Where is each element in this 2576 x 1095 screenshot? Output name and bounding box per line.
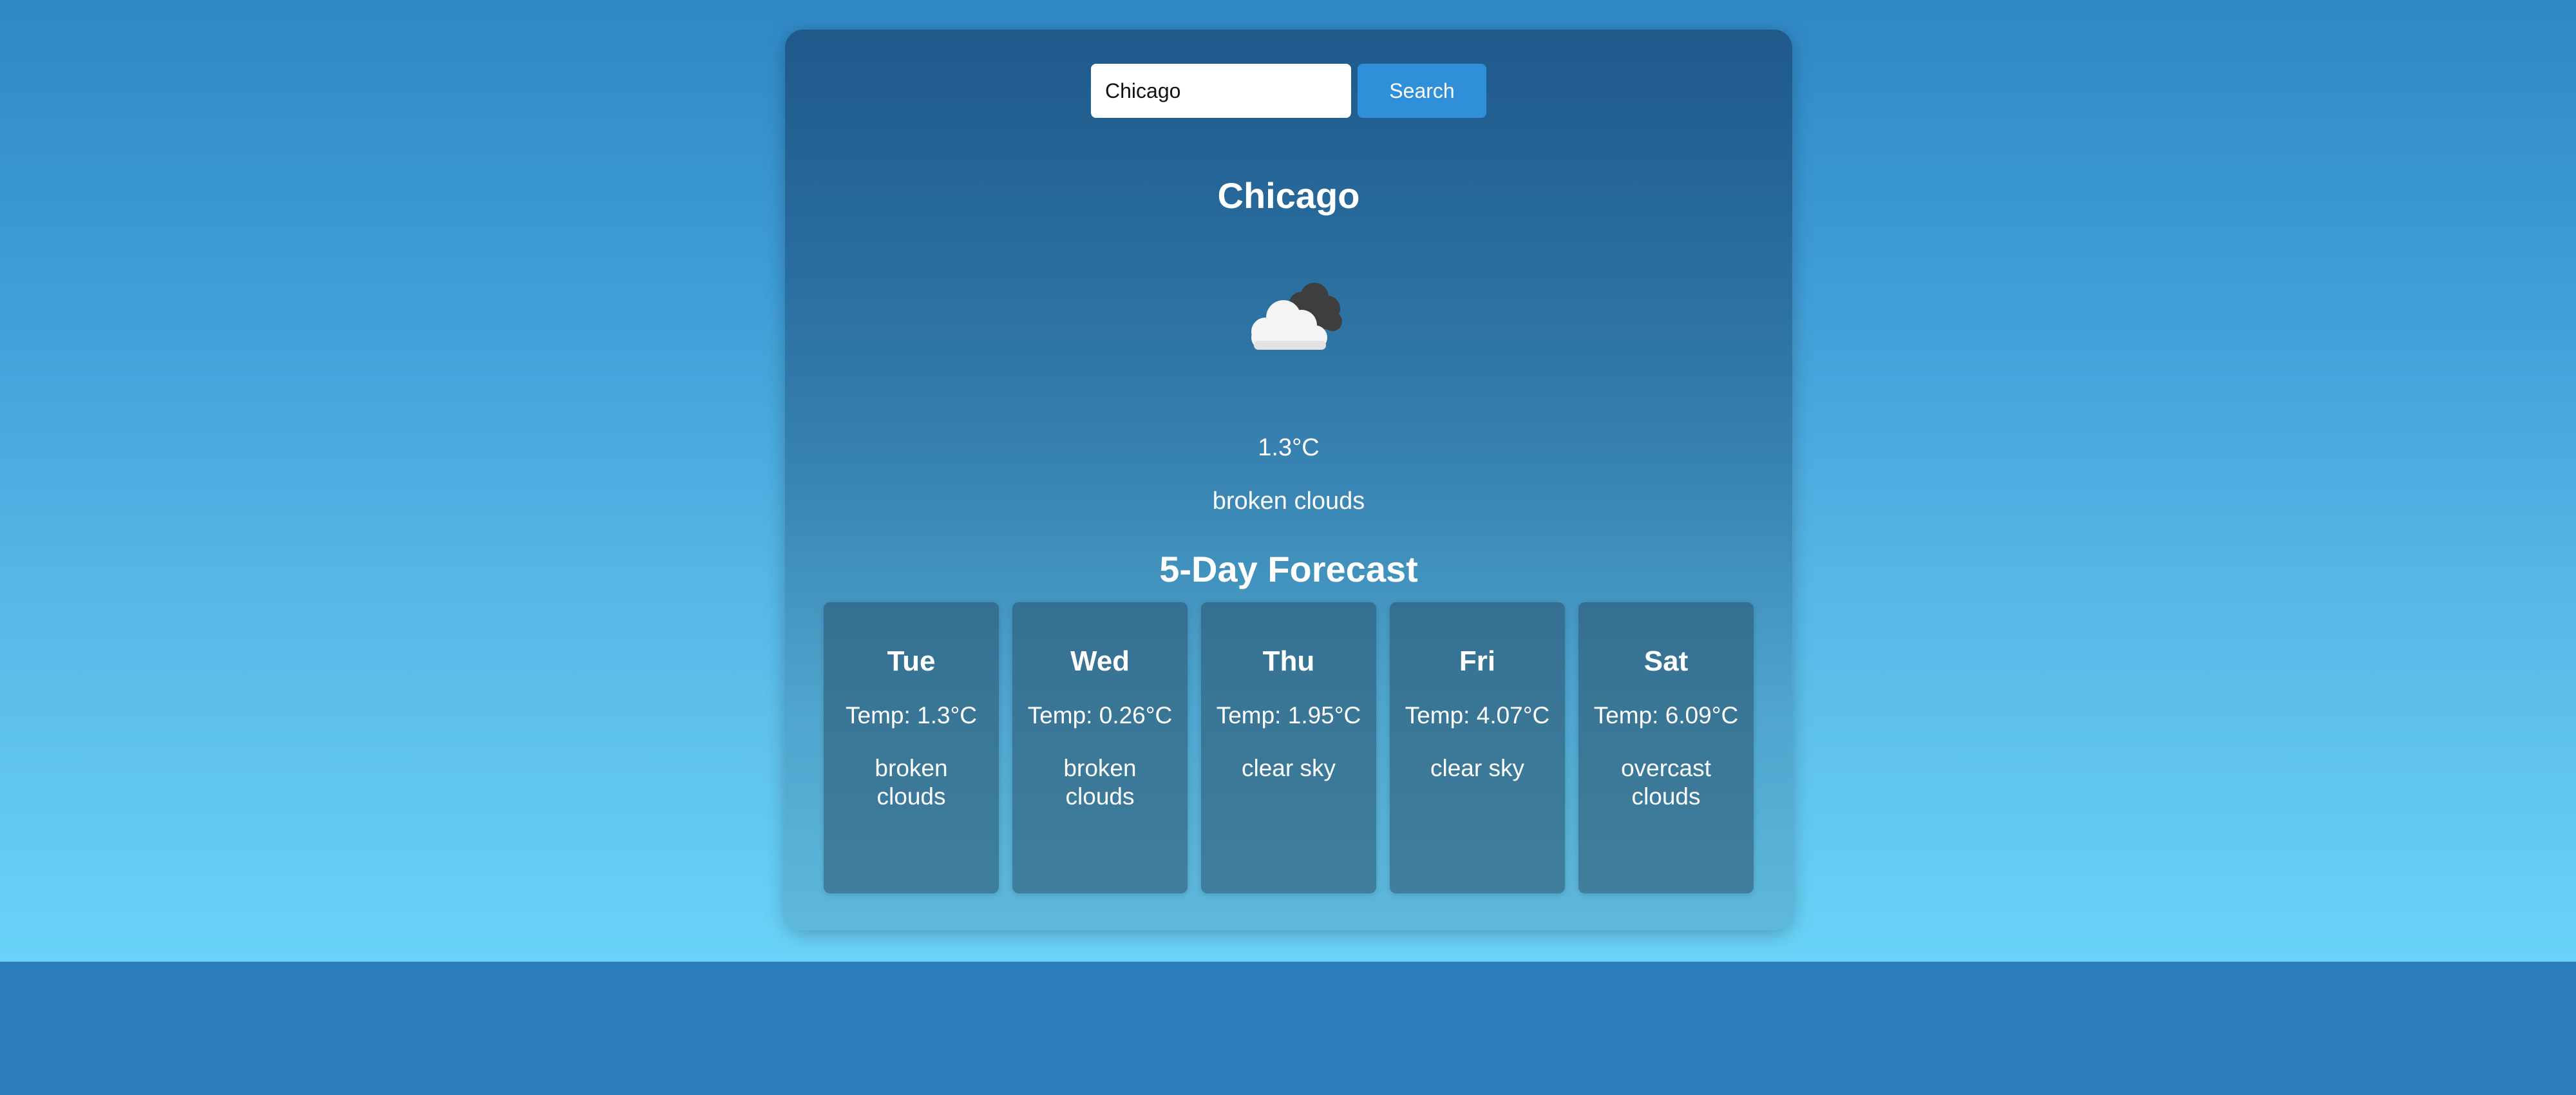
broken-clouds-icon (1229, 258, 1352, 381)
forecast-list: Tue Temp: 1.3°C broken clouds Wed Temp: … (824, 602, 1754, 893)
search-button[interactable]: Search (1358, 64, 1486, 118)
forecast-temp: Temp: 1.3°C (846, 702, 977, 729)
forecast-card-wed: Wed Temp: 0.26°C broken clouds (1012, 602, 1188, 893)
forecast-temp: Temp: 4.07°C (1405, 702, 1550, 729)
forecast-card-sat: Sat Temp: 6.09°C overcast clouds (1578, 602, 1754, 893)
city-name: Chicago (1217, 175, 1360, 216)
forecast-description: broken clouds (1063, 755, 1137, 810)
current-description: broken clouds (1212, 488, 1365, 515)
forecast-temp: Temp: 1.95°C (1216, 702, 1361, 729)
search-bar: Search (785, 64, 1792, 118)
forecast-day: Thu (1262, 645, 1315, 677)
current-temperature: 1.3°C (1258, 434, 1320, 461)
forecast-card-thu: Thu Temp: 1.95°C clear sky (1201, 602, 1376, 893)
forecast-temp: Temp: 0.26°C (1027, 702, 1173, 729)
forecast-day: Tue (887, 645, 936, 677)
forecast-temp: Temp: 6.09°C (1593, 702, 1739, 729)
forecast-card-tue: Tue Temp: 1.3°C broken clouds (824, 602, 999, 893)
weather-panel: Search Chicago 1.3°C broke (785, 30, 1792, 930)
forecast-day: Sat (1643, 645, 1689, 677)
forecast-description: overcast clouds (1621, 755, 1711, 810)
forecast-title: 5-Day Forecast (1159, 549, 1418, 589)
city-search-input[interactable] (1091, 64, 1351, 118)
forecast-description: broken clouds (875, 755, 948, 810)
forecast-day: Fri (1459, 645, 1496, 677)
forecast-description: clear sky (1430, 755, 1524, 782)
forecast-day: Wed (1070, 645, 1130, 677)
forecast-description: clear sky (1242, 755, 1336, 782)
forecast-card-fri: Fri Temp: 4.07°C clear sky (1390, 602, 1565, 893)
